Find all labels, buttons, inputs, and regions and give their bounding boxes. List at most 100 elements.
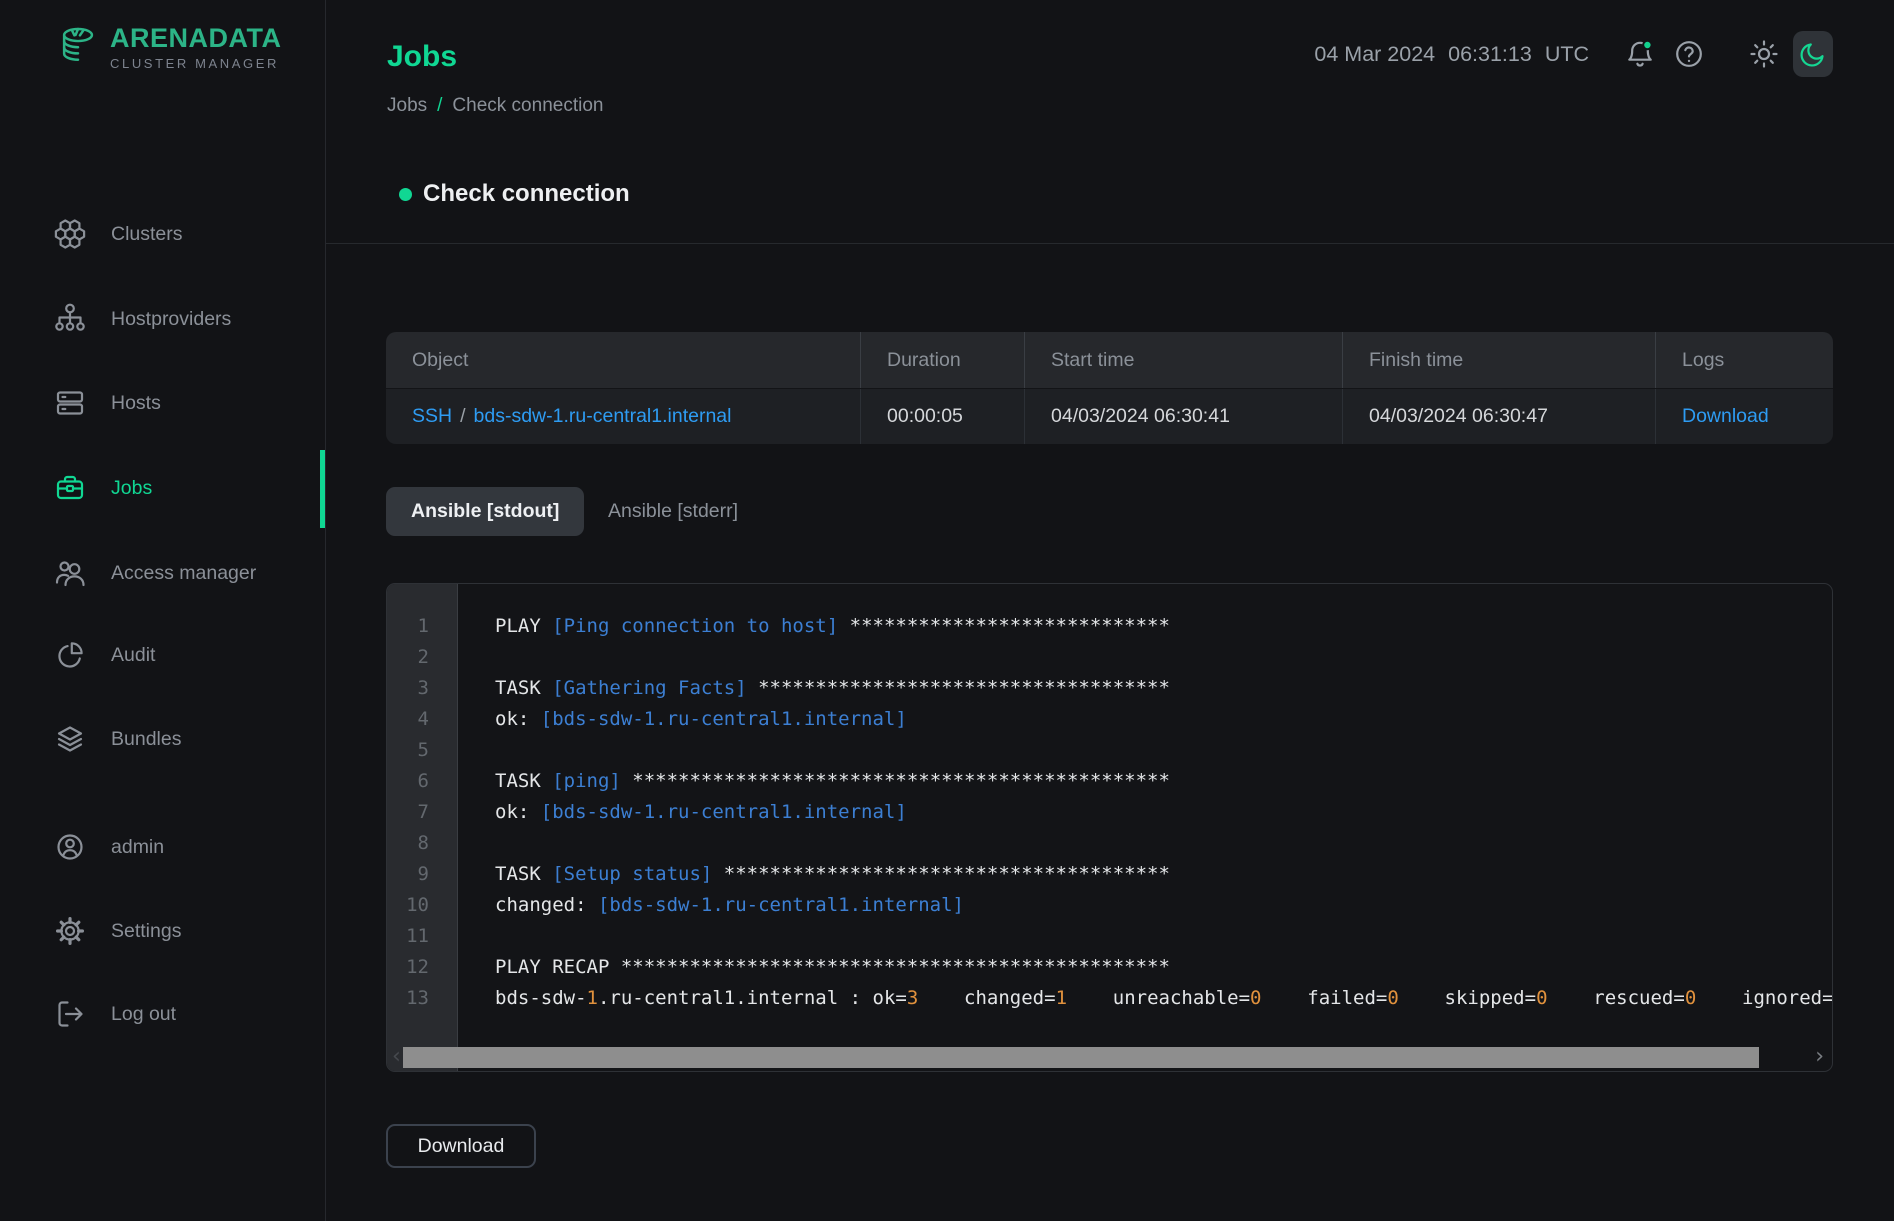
log-viewer: 12345678910111213 PLAY [Ping connection … (386, 583, 1833, 1072)
brand-logo[interactable]: ARENADATA CLUSTER MANAGER (56, 24, 281, 70)
line-number: 9 (387, 859, 429, 890)
breadcrumb-jobs[interactable]: Jobs (387, 95, 427, 117)
line-number: 8 (387, 828, 429, 859)
logs-download-link[interactable]: Download (1682, 405, 1769, 428)
log-line (495, 921, 1832, 952)
jobs-table: Object Duration Start time Finish time L… (386, 332, 1833, 444)
sidebar-item-access-manager[interactable]: Access manager (53, 549, 256, 597)
log-line: TASK [Gathering Facts] *****************… (495, 673, 1832, 704)
log-line: changed: [bds-sdw-1.ru-central1.internal… (495, 890, 1832, 921)
sidebar-item-hosts[interactable]: Hosts (53, 379, 161, 427)
object-cell: SSH / bds-sdw-1.ru-central1.internal (386, 389, 860, 444)
datetime: 04 Mar 2024 06:31:13 UTC (1314, 42, 1589, 67)
jobs-icon (53, 471, 87, 505)
line-number: 13 (387, 983, 429, 1014)
line-number-gutter: 12345678910111213 (387, 584, 458, 1071)
log-line (495, 642, 1832, 673)
moon-icon (1796, 37, 1830, 71)
scroll-right-icon[interactable]: › (1815, 1047, 1824, 1068)
breadcrumb-separator: / (437, 95, 442, 117)
log-line (495, 735, 1832, 766)
table-header-row: Object Duration Start time Finish time L… (386, 332, 1833, 388)
scroll-left-icon[interactable]: ‹ (392, 1047, 401, 1068)
bell-button[interactable] (1623, 37, 1657, 71)
line-number: 12 (387, 952, 429, 983)
help-button[interactable] (1672, 37, 1706, 71)
gear-icon (53, 914, 87, 948)
object-name-link[interactable]: bds-sdw-1.ru-central1.internal (474, 405, 732, 428)
bell-icon (1623, 37, 1657, 71)
job-status-dot (399, 188, 412, 201)
log-line: PLAY [Ping connection to host] *********… (495, 611, 1832, 642)
breadcrumb-current: Check connection (452, 95, 603, 117)
hostproviders-icon (53, 302, 87, 336)
start-time-cell: 04/03/2024 06:30:41 (1024, 389, 1342, 444)
line-number: 6 (387, 766, 429, 797)
sidebar-item-label: Hostproviders (111, 308, 231, 331)
sidebar-item-label: Bundles (111, 728, 181, 751)
sidebar-item-admin[interactable]: admin (53, 823, 164, 871)
brand-subtitle: CLUSTER MANAGER (110, 57, 281, 70)
topbar: 04 Mar 2024 06:31:13 UTC (1314, 30, 1833, 78)
bundles-icon (53, 722, 87, 756)
timezone-text: UTC (1545, 42, 1589, 67)
log-content: PLAY [Ping connection to host] *********… (495, 611, 1832, 1014)
sidebar-item-log-out[interactable]: Log out (53, 990, 176, 1038)
log-line: ok: [bds-sdw-1.ru-central1.internal] (495, 797, 1832, 828)
clusters-icon (53, 217, 87, 251)
sun-button[interactable] (1747, 37, 1781, 71)
sidebar-item-label: Jobs (111, 477, 152, 500)
sidebar-item-hostproviders[interactable]: Hostproviders (53, 295, 231, 343)
line-number: 7 (387, 797, 429, 828)
access-manager-icon (53, 556, 87, 590)
object-separator: / (460, 405, 465, 428)
sidebar-item-label: Log out (111, 1003, 176, 1026)
sidebar-item-bundles[interactable]: Bundles (53, 715, 181, 763)
sidebar-item-label: Access manager (111, 562, 256, 585)
logs-cell: Download (1655, 389, 1833, 444)
line-number: 10 (387, 890, 429, 921)
column-object: Object (386, 332, 860, 388)
sidebar-item-jobs[interactable]: Jobs (53, 464, 152, 512)
job-heading: Check connection (399, 180, 630, 208)
sidebar-item-label: Audit (111, 644, 155, 667)
line-number: 3 (387, 673, 429, 704)
brand-name: ARENADATA (110, 25, 281, 52)
hosts-icon (53, 386, 87, 420)
duration-cell: 00:00:05 (860, 389, 1024, 444)
sidebar-item-audit[interactable]: Audit (53, 631, 155, 679)
moon-button[interactable] (1793, 31, 1833, 77)
breadcrumb: Jobs / Check connection (387, 95, 603, 117)
active-item-indicator (320, 450, 325, 528)
column-logs: Logs (1655, 332, 1833, 388)
date-text: 04 Mar 2024 (1314, 42, 1435, 67)
sidebar-item-label: Settings (111, 920, 181, 943)
line-number: 1 (387, 611, 429, 642)
log-line: ok: [bds-sdw-1.ru-central1.internal] (495, 704, 1832, 735)
sidebar-item-clusters[interactable]: Clusters (53, 210, 183, 258)
audit-icon (53, 638, 87, 672)
download-button[interactable]: Download (386, 1124, 536, 1168)
sun-icon (1747, 37, 1781, 71)
logout-icon (53, 997, 87, 1031)
line-number: 5 (387, 735, 429, 766)
log-line: TASK [ping] ****************************… (495, 766, 1832, 797)
tab-ansible-stderr[interactable]: Ansible [stderr] (600, 487, 746, 536)
sidebar-item-settings[interactable]: Settings (53, 907, 181, 955)
help-icon (1672, 37, 1706, 71)
line-number: 4 (387, 704, 429, 735)
log-line: PLAY RECAP *****************************… (495, 952, 1832, 983)
sidebar-item-label: Hosts (111, 392, 161, 415)
tab-ansible-stdout[interactable]: Ansible [stdout] (386, 487, 584, 536)
sidebar: ARENADATA CLUSTER MANAGER Clusters Hostpr… (0, 0, 326, 1221)
object-type-link[interactable]: SSH (412, 405, 452, 428)
log-line: bds-sdw-1.ru-central1.internal : ok=3 ch… (495, 983, 1832, 1014)
time-text: 06:31:13 (1448, 42, 1532, 67)
arenadata-logo-icon (56, 24, 102, 70)
horizontal-scrollbar[interactable]: ‹ › (387, 1047, 1832, 1068)
user-icon (53, 830, 87, 864)
sidebar-item-label: Clusters (111, 223, 183, 246)
log-line (495, 828, 1832, 859)
line-number: 2 (387, 642, 429, 673)
scrollbar-thumb[interactable] (403, 1047, 1759, 1068)
